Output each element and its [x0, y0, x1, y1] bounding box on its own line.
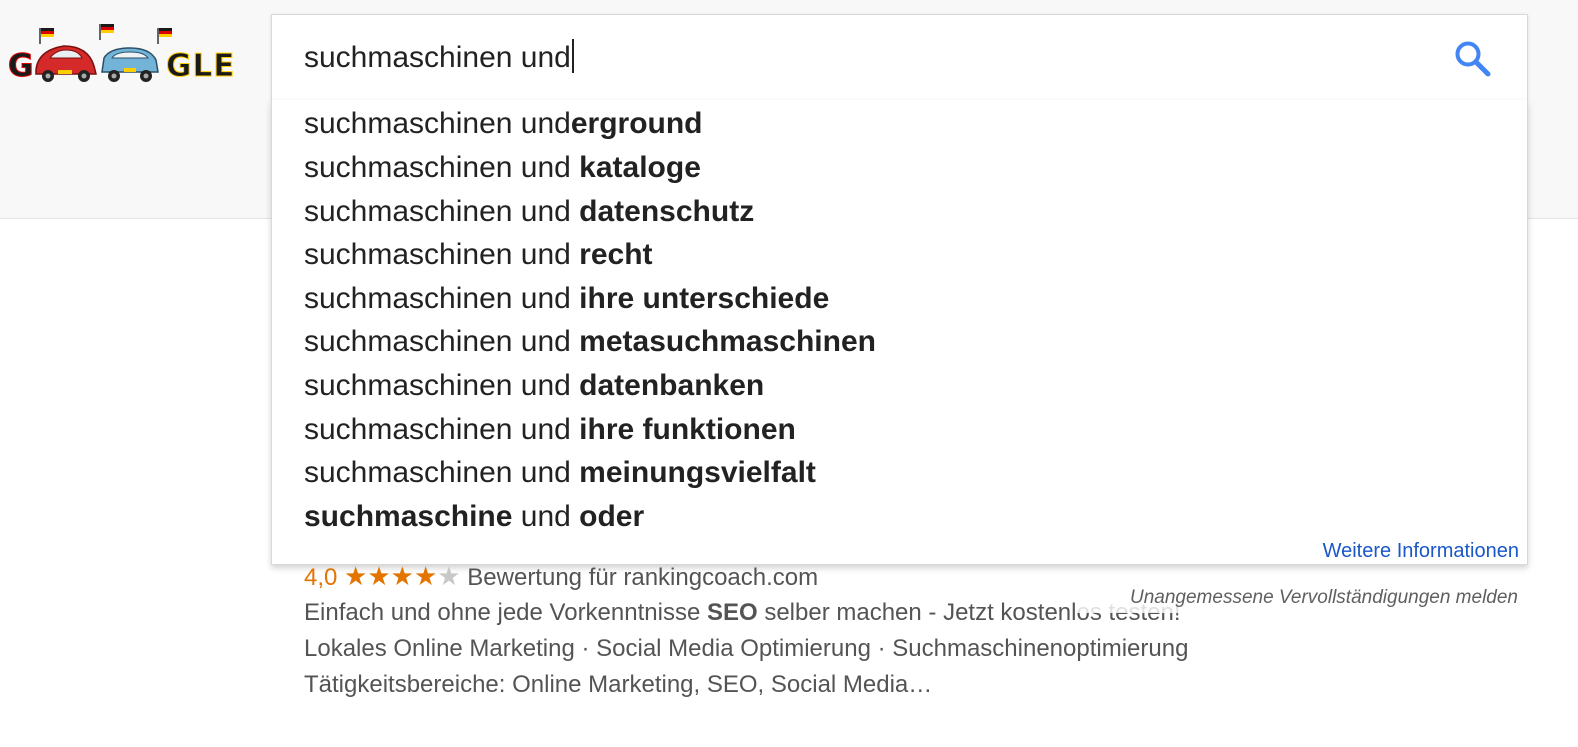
star-filled-icon: ★ [390, 562, 414, 592]
star-filled-icon: ★ [413, 562, 438, 592]
search-input[interactable]: suchmaschinen und [304, 39, 574, 75]
search-icon[interactable] [1453, 39, 1493, 79]
suggestion-item[interactable]: suchmaschinen und meinungsvielfalt [304, 453, 816, 493]
flag-icon [39, 28, 54, 44]
doodle-cars-icon: G GLE [8, 24, 235, 85]
logo-letter-g: G [8, 48, 34, 84]
suggestion-item[interactable]: suchmaschinen und recht [304, 235, 653, 275]
suggestion-item[interactable]: suchmaschinen und kataloge [304, 148, 701, 188]
star-empty-icon: ★ [437, 562, 461, 592]
google-doodle-logo[interactable]: G GLE [6, 22, 236, 88]
suggestion-item[interactable]: suchmaschinen und metasuchmaschinen [304, 322, 876, 362]
more-info-link[interactable]: Weitere Informationen [1323, 540, 1519, 563]
star-filled-icon: ★ [367, 562, 391, 592]
suggestion-item[interactable]: suchmaschinen und datenschutz [304, 192, 754, 232]
autocomplete-dropdown: suchmaschinen underground suchmaschinen … [271, 100, 1528, 565]
report-completions-link[interactable]: Unangemessene Vervollständigungen melden [1075, 575, 1528, 613]
suggestion-item[interactable]: suchmaschinen und datenbanken [304, 366, 764, 406]
suggestion-item[interactable]: suchmaschine und oder [304, 497, 644, 537]
blue-car-icon [101, 47, 159, 82]
suggestion-item[interactable]: suchmaschinen und ihre funktionen [304, 410, 796, 450]
suggestion-item[interactable]: suchmaschinen underground [304, 104, 703, 144]
flag-icon [157, 28, 172, 44]
rating-text: Bewertung für rankingcoach.com [467, 564, 819, 591]
result-areas: Tätigkeitsbereiche: Online Marketing, SE… [304, 671, 933, 698]
result-sitelinks[interactable]: Lokales Online Marketing · Social Media … [304, 632, 1188, 666]
result-description: Einfach und ohne jede Vorkenntnisse SEO … [304, 599, 1181, 626]
text-caret [571, 39, 574, 73]
suggestion-item[interactable]: suchmaschinen und ihre unterschiede [304, 279, 829, 319]
rating-stars: ★★★★★ [344, 562, 461, 592]
logo-letters-gle: GLE [166, 48, 235, 84]
search-query-text: suchmaschinen und [304, 41, 571, 74]
rating-line: 4,0 ★★★★★ Bewertung für rankingcoach.com [304, 560, 818, 594]
flag-icon [99, 24, 114, 40]
red-car-icon [35, 45, 97, 82]
rating-value: 4,0 [304, 564, 338, 591]
star-filled-icon: ★ [344, 562, 368, 592]
search-box[interactable]: suchmaschinen und [271, 14, 1528, 101]
